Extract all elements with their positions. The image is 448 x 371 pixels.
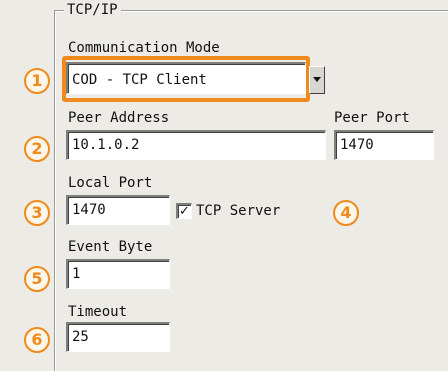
- check-icon: ✓: [179, 204, 190, 219]
- local-port-value: 1470: [72, 202, 106, 218]
- annotation-badge-4: 4: [333, 200, 359, 226]
- annotation-badge-6: 6: [24, 327, 50, 353]
- tcp-server-label[interactable]: TCP Server: [196, 203, 280, 219]
- timeout-input[interactable]: 25: [66, 322, 170, 352]
- annotation-badge-1: 1: [24, 68, 50, 94]
- peer-port-value: 1470: [340, 137, 374, 153]
- chevron-down-icon: [313, 77, 321, 82]
- annotation-badge-2: 2: [24, 136, 50, 162]
- groupbox-title: TCP/IP: [64, 2, 121, 18]
- peer-address-input[interactable]: 10.1.0.2: [66, 130, 326, 160]
- peer-port-label: Peer Port: [334, 110, 410, 126]
- event-byte-input[interactable]: 1: [66, 259, 170, 289]
- peer-address-value: 10.1.0.2: [72, 137, 140, 153]
- communication-mode-dropdown-button[interactable]: [309, 66, 325, 94]
- annotation-badge-3: 3: [24, 200, 50, 226]
- timeout-label: Timeout: [68, 304, 128, 320]
- communication-mode-value: COD - TCP Client: [72, 72, 207, 88]
- event-byte-value: 1: [72, 266, 81, 282]
- peer-port-input[interactable]: 1470: [334, 130, 434, 160]
- local-port-label: Local Port: [68, 175, 153, 191]
- event-byte-label: Event Byte: [68, 239, 153, 255]
- communication-mode-select[interactable]: COD - TCP Client: [66, 62, 306, 94]
- tcp-server-checkbox[interactable]: ✓: [176, 203, 192, 219]
- peer-address-label: Peer Address: [68, 110, 170, 126]
- local-port-input[interactable]: 1470: [66, 195, 170, 225]
- communication-mode-label: Communication Mode: [68, 40, 220, 56]
- annotation-badge-5: 5: [24, 266, 50, 292]
- timeout-value: 25: [72, 329, 89, 345]
